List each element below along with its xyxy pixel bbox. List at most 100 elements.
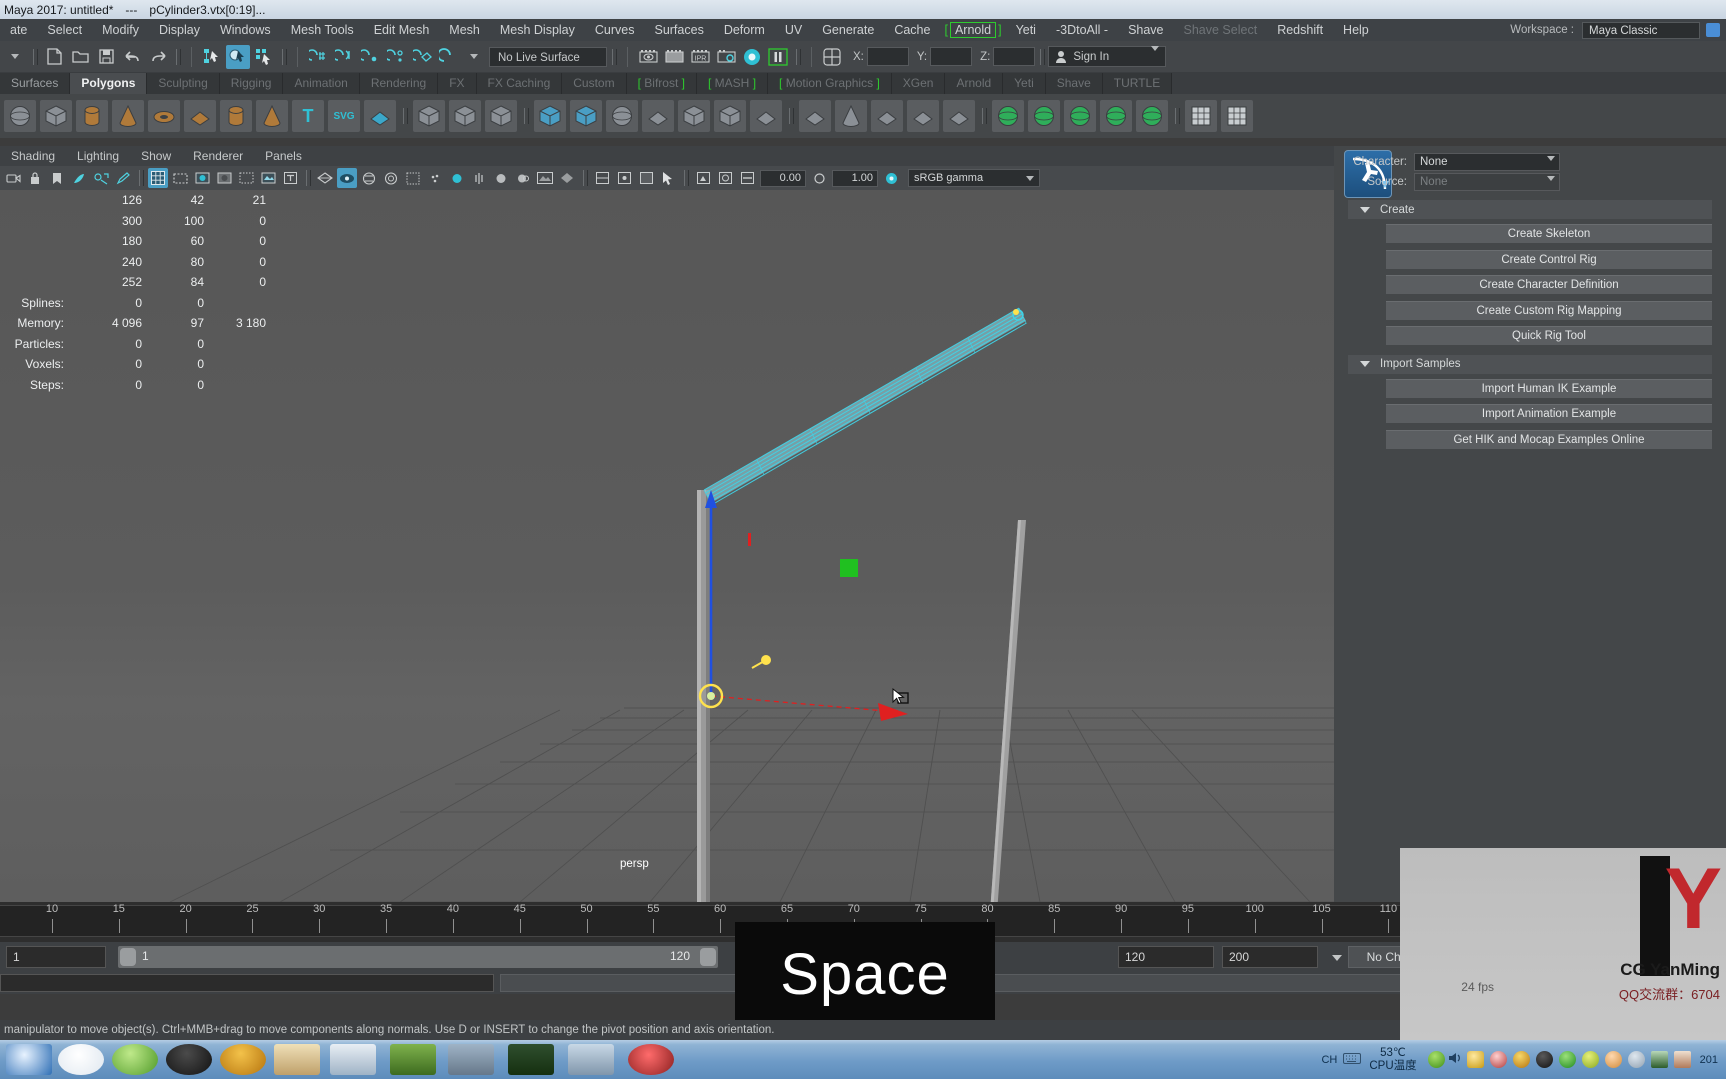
combine-icon[interactable] <box>534 100 566 132</box>
mirror-icon[interactable] <box>642 100 674 132</box>
playback-end-field[interactable]: 200 <box>1222 946 1318 968</box>
volume-icon[interactable] <box>1448 1051 1464 1068</box>
tray-app-icon-2[interactable] <box>1558 1051 1576 1068</box>
character-set-chevron-down-icon[interactable] <box>1332 955 1342 961</box>
redo-icon[interactable] <box>146 45 170 69</box>
boolean-difference-icon[interactable] <box>449 100 481 132</box>
playback-range-bar[interactable]: 1 120 <box>118 946 718 968</box>
screen-space-ao-icon[interactable] <box>491 168 511 188</box>
character-chevron-down-icon[interactable] <box>1547 156 1555 173</box>
foamy-tool-icon[interactable] <box>1136 100 1168 132</box>
poly-svg-icon[interactable]: SVG <box>328 100 360 132</box>
taskbar-clock[interactable]: 201 <box>1700 1054 1718 1066</box>
taskbar-360-icon[interactable] <box>112 1044 158 1075</box>
range-end-handle[interactable] <box>700 948 716 966</box>
viewport-menu-show[interactable]: Show <box>130 149 182 163</box>
gate-mask-icon[interactable] <box>214 168 234 188</box>
coord-z-input[interactable] <box>993 47 1036 66</box>
shelf-tab-bifrost[interactable]: [ Bifrost ] <box>626 73 697 94</box>
menu-item-modify[interactable]: Modify <box>92 19 149 41</box>
shadows-icon[interactable] <box>403 168 423 188</box>
taskbar-app4-icon[interactable] <box>628 1044 674 1075</box>
humanik-button-quick-rig-tool[interactable]: Quick Rig Tool <box>1386 326 1712 345</box>
snap-to-grid-icon[interactable] <box>306 45 330 69</box>
menu-item-display[interactable]: Display <box>149 19 210 41</box>
shelf-tab-surfaces[interactable]: Surfaces <box>0 73 71 94</box>
shelf-tab-rendering[interactable]: Rendering <box>359 73 439 94</box>
chevron-down-icon[interactable] <box>1360 361 1370 367</box>
exposure-reset-icon[interactable] <box>809 168 829 188</box>
bookmark-icon[interactable] <box>47 168 67 188</box>
poly-cylinder-icon[interactable] <box>76 100 108 132</box>
text-overlay-icon[interactable] <box>280 168 300 188</box>
render-settings-icon[interactable] <box>714 45 738 69</box>
uv-snapshot-icon[interactable] <box>1221 100 1253 132</box>
menu-item-deform[interactable]: Deform <box>714 19 775 41</box>
open-scene-icon[interactable] <box>68 45 92 69</box>
pause-viewport-icon[interactable] <box>766 45 790 69</box>
select-camera-icon[interactable] <box>3 168 23 188</box>
shelf-tab-sculpting[interactable]: Sculpting <box>147 73 220 94</box>
color-management-toggle-icon[interactable] <box>881 168 901 188</box>
shelf-tab-arnold[interactable]: Arnold <box>945 73 1004 94</box>
poly-cone-icon[interactable] <box>112 100 144 132</box>
boolean-union-icon[interactable] <box>413 100 445 132</box>
menu-item-surfaces[interactable]: Surfaces <box>644 19 713 41</box>
select-by-hierarchy-icon[interactable] <box>200 45 224 69</box>
depth-of-field-icon[interactable] <box>513 168 533 188</box>
append-polygon-icon[interactable] <box>799 100 831 132</box>
humanik-button-create-control-rig[interactable]: Create Control Rig <box>1386 249 1712 269</box>
tray-app-icon-5[interactable] <box>1627 1051 1645 1068</box>
resolution-gate-icon[interactable] <box>192 168 212 188</box>
select-by-object-type-icon[interactable] <box>226 44 250 69</box>
separate-icon[interactable] <box>570 100 602 132</box>
menu-item-windows[interactable]: Windows <box>210 19 281 41</box>
snap-to-view-plane-icon[interactable] <box>410 45 434 69</box>
safe-action-icon[interactable] <box>258 168 278 188</box>
taskbar-qq-penguin-icon[interactable] <box>166 1044 212 1075</box>
menu-toggle-icon[interactable] <box>3 45 27 69</box>
taskbar-app2-icon[interactable] <box>448 1044 494 1075</box>
hypershade-icon[interactable] <box>740 45 764 69</box>
exposure-image-icon[interactable] <box>535 168 555 188</box>
offset-edge-loop-icon[interactable] <box>943 100 975 132</box>
toggle-panel-layout-icon[interactable] <box>820 45 844 69</box>
anti-alias-icon[interactable] <box>447 168 467 188</box>
viewport-menu-renderer[interactable]: Renderer <box>182 149 254 163</box>
tray-app-icon-7[interactable] <box>1673 1051 1691 1068</box>
menu-item-redshift[interactable]: Redshift <box>1267 19 1333 41</box>
ambient-occlusion-icon[interactable] <box>425 168 445 188</box>
taskbar-app3-icon[interactable] <box>568 1044 614 1075</box>
tray-app-icon-6[interactable] <box>1650 1051 1668 1068</box>
coord-x-input[interactable] <box>866 47 909 66</box>
shelf-tab-yeti[interactable]: Yeti <box>1003 73 1046 94</box>
shelf-tab-turtle[interactable]: TURTLE <box>1102 73 1173 94</box>
taskbar-folder-icon[interactable] <box>274 1044 320 1075</box>
sign-in-button[interactable]: Sign In <box>1048 45 1167 67</box>
sculpt-tool-icon[interactable] <box>992 100 1024 132</box>
humanik-button-import-human-ik-example[interactable]: Import Human IK Example <box>1386 378 1712 398</box>
view-transform-c-icon[interactable] <box>737 168 757 188</box>
tray-qq-icon[interactable] <box>1535 1051 1553 1068</box>
twopoint-resolution-icon[interactable] <box>91 168 111 188</box>
coord-y-input[interactable] <box>930 47 973 66</box>
tray-app-icon-4[interactable] <box>1604 1051 1622 1068</box>
poly-plane-icon[interactable] <box>184 100 216 132</box>
taskbar-browser-icon[interactable] <box>58 1044 104 1075</box>
shelf-tab-custom[interactable]: Custom <box>562 73 627 94</box>
shelf-tab-fx-caching[interactable]: FX Caching <box>476 73 563 94</box>
poly-cube-icon[interactable] <box>40 100 72 132</box>
poly-torus-icon[interactable] <box>148 100 180 132</box>
humanik-button-import-animation-example[interactable]: Import Animation Example <box>1386 404 1712 423</box>
menu-item-uv[interactable]: UV <box>775 19 812 41</box>
tray-g-icon[interactable] <box>1512 1051 1530 1068</box>
shelf-tab-polygons[interactable]: Polygons <box>70 73 148 94</box>
live-surface-field[interactable]: No Live Surface <box>489 46 607 67</box>
tray-app-icon-1[interactable] <box>1489 1051 1507 1068</box>
smooth-shade-all-icon[interactable] <box>337 168 357 188</box>
poly-text-icon[interactable]: T <box>292 100 324 132</box>
viewport-cursor-icon[interactable] <box>658 168 678 188</box>
view-transform-b-icon[interactable] <box>715 168 735 188</box>
shade-with-textures-icon[interactable] <box>359 168 379 188</box>
workspace-icon[interactable] <box>1706 23 1720 37</box>
